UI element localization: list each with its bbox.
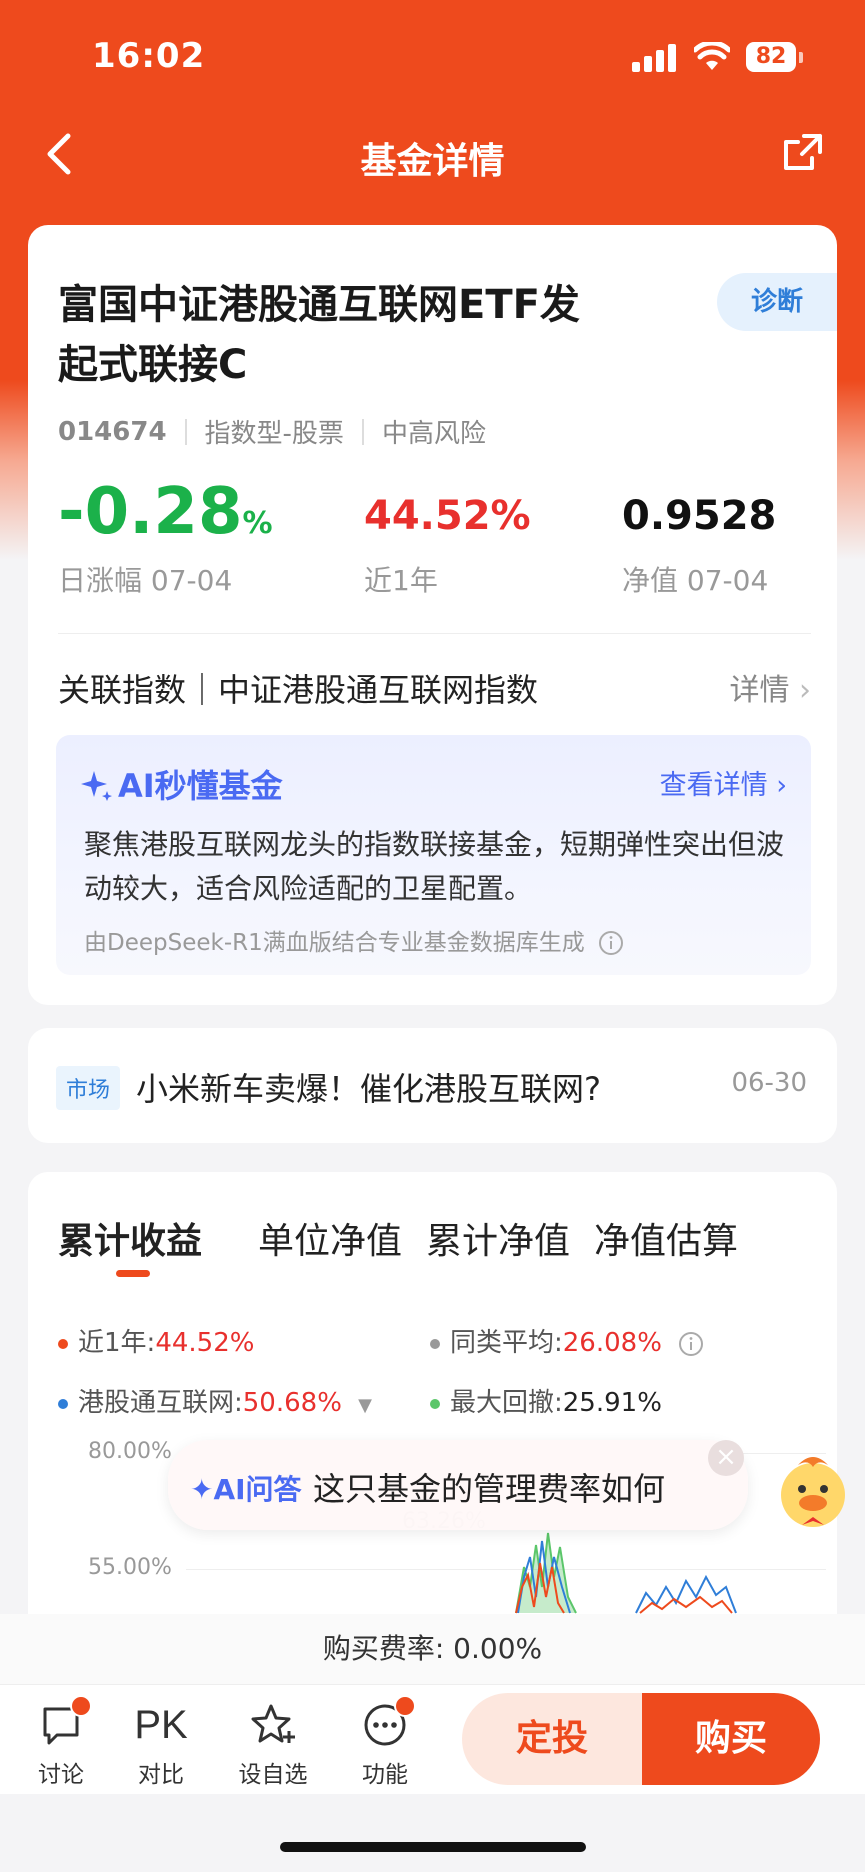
year-return-label: 近1年	[364, 564, 438, 597]
fund-code: 014674	[58, 416, 167, 447]
year-return-stat: 44.52% 近1年	[364, 493, 531, 599]
info-icon[interactable]	[598, 930, 624, 956]
close-icon[interactable]: ×	[708, 1440, 744, 1476]
news-title[interactable]: 小米新车卖爆！催化港股互联网?	[136, 1064, 601, 1110]
star-plus-icon	[251, 1704, 295, 1743]
functions-button[interactable]: 功能	[340, 1695, 430, 1789]
tab-nav-estimate[interactable]: 净值估算	[594, 1212, 738, 1264]
tab-unit-nav[interactable]: 单位净值	[258, 1212, 402, 1264]
fund-risk: 中高风险	[381, 419, 486, 449]
ai-question-bubble[interactable]: ✦AI问答 这只基金的管理费率如何	[168, 1440, 748, 1530]
related-index-row[interactable]: 关联指数｜中证港股通互联网指数 详情 ›	[58, 655, 811, 715]
sip-button[interactable]: 定投	[462, 1693, 642, 1785]
discuss-label: 讨论	[38, 1762, 84, 1788]
legend-index[interactable]: 港股通互联网:50.68% ▼	[58, 1382, 372, 1419]
tab-cumulative-return[interactable]: 累计收益	[58, 1212, 202, 1264]
news-tag: 市场	[56, 1066, 121, 1110]
buy-button[interactable]: 购买	[642, 1693, 820, 1785]
wifi-icon	[694, 42, 730, 70]
fund-meta: 014674 指数型-股票 中高风险	[58, 413, 486, 450]
fund-name: 富国中证港股通互联网ETF发起式联接C	[58, 282, 580, 388]
page-title: 基金详情	[360, 141, 505, 182]
year-return-value: 44.52%	[364, 493, 531, 539]
functions-label: 功能	[362, 1762, 408, 1788]
nav-label: 净值 07-04	[622, 564, 769, 597]
dropdown-triangle-icon: ▼	[358, 1395, 373, 1416]
active-tab-indicator	[116, 1270, 150, 1277]
meta-divider	[361, 418, 364, 445]
daily-change-stat: -0.28% 日涨幅 07-04	[58, 475, 273, 599]
divider	[58, 633, 811, 634]
add-watchlist-button[interactable]: 设自选	[228, 1699, 318, 1789]
legend-max-drawdown: 最大回撤:25.91%	[430, 1382, 662, 1419]
bottom-action-bar: 讨论 PK 对比 设自选 功能 定投 购买	[0, 1684, 865, 1794]
mascot-chick-icon[interactable]	[768, 1445, 858, 1535]
compare-button[interactable]: PK 对比	[116, 1699, 206, 1789]
fund-type: 指数型-股票	[204, 419, 344, 449]
status-bar: 16:02 82	[0, 0, 865, 110]
ai-summary-box: AI秒懂基金 查看详情 › 聚焦港股互联网龙头的指数联接基金，短期弹性突出但波动…	[56, 735, 811, 975]
sparkle-icon	[81, 771, 112, 801]
compare-label: 对比	[138, 1762, 184, 1788]
battery-indicator: 82	[746, 42, 796, 72]
share-icon[interactable]	[782, 132, 824, 174]
pk-icon: PK	[134, 1702, 188, 1747]
ai-summary-title: AI秒懂基金	[80, 761, 283, 807]
chevron-right-icon: ›	[799, 673, 811, 708]
notification-dot	[70, 1695, 92, 1717]
fund-summary-card: 富国中证港股通互联网ETF发起式联接C 诊断 014674 指数型-股票 中高风…	[28, 225, 837, 1005]
home-area	[0, 1794, 865, 1872]
legend-dot	[430, 1338, 440, 1349]
sparkle-icon: ✦	[190, 1473, 214, 1506]
discuss-button[interactable]: 讨论	[16, 1695, 106, 1789]
status-time: 16:02	[92, 36, 206, 76]
related-index-detail[interactable]: 详情 ›	[729, 665, 811, 709]
ai-summary-source: 由DeepSeek-R1满血版结合专业基金数据库生成	[84, 923, 624, 957]
cellular-signal-icon	[632, 44, 676, 72]
related-index-label: 关联指数｜中证港股通互联网指数	[58, 671, 539, 709]
chart-tabs: 累计收益 单位净值 累计净值 净值估算	[58, 1212, 838, 1292]
diagnose-button[interactable]: 诊断	[717, 273, 837, 331]
notification-dot	[394, 1695, 416, 1717]
meta-divider	[184, 418, 187, 445]
ai-qa-tag: ✦AI问答	[190, 1473, 302, 1506]
legend-dot	[58, 1398, 68, 1409]
nav-stat: 0.9528 净值 07-04	[622, 493, 776, 599]
add-watchlist-label: 设自选	[238, 1762, 308, 1788]
legend-year: 近1年:44.52%	[58, 1322, 254, 1359]
legend-dot	[430, 1398, 440, 1409]
ai-summary-text: 聚焦港股互联网龙头的指数联接基金，短期弹性突出但波动较大，适合风险适配的卫星配置…	[84, 828, 785, 905]
ai-summary-more-link[interactable]: 查看详情 ›	[660, 763, 787, 802]
news-card[interactable]: 市场 小米新车卖爆！催化港股互联网? 06-30	[28, 1028, 837, 1143]
daily-change-value: -0.28%	[58, 475, 273, 549]
ai-question-text[interactable]: 这只基金的管理费率如何	[313, 1464, 665, 1510]
tab-accumulated-nav[interactable]: 累计净值	[426, 1212, 570, 1264]
legend-dot	[58, 1338, 68, 1349]
nav-bar: 基金详情	[0, 110, 865, 200]
home-indicator[interactable]	[280, 1842, 586, 1852]
news-date: 06-30	[731, 1068, 807, 1098]
daily-change-label: 日涨幅 07-04	[58, 564, 233, 597]
legend-category-average: 同类平均:26.08%	[430, 1322, 704, 1359]
battery-tip	[799, 52, 803, 63]
chevron-right-icon: ›	[776, 770, 787, 801]
info-icon[interactable]	[678, 1331, 704, 1357]
nav-value: 0.9528	[622, 493, 777, 539]
purchase-fee-bar: 购买费率: 0.00%	[0, 1614, 865, 1684]
